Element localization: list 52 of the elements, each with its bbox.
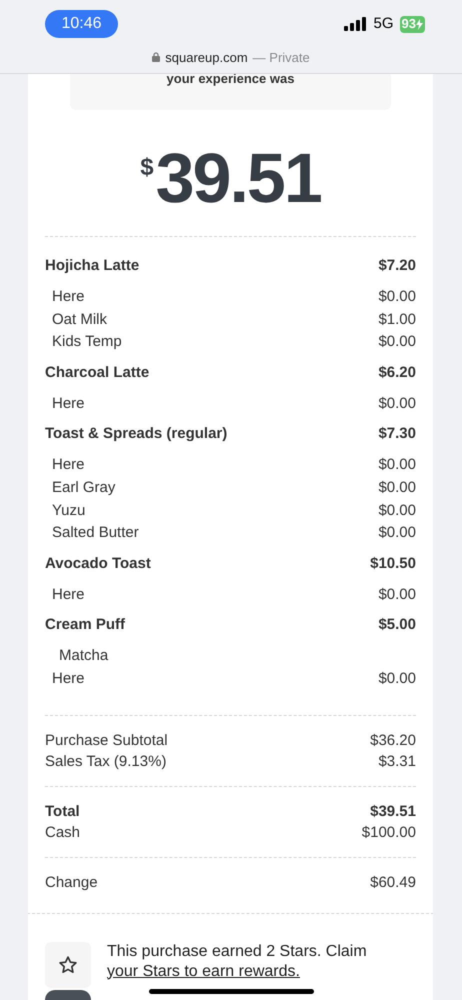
- item-name: Toast & Spreads (regular): [45, 424, 228, 444]
- url-domain[interactable]: squareup.com: [165, 48, 248, 68]
- item-name: Avocado Toast: [45, 554, 151, 574]
- modifier-price: $0.00: [378, 394, 416, 414]
- clock-time: 10:46: [45, 10, 118, 38]
- item-price: $6.20: [378, 362, 416, 383]
- item-price: $7.30: [378, 424, 416, 444]
- item-price: $5.00: [378, 615, 416, 636]
- total-amount: $39.51: [140, 138, 321, 218]
- modifier-price: $0.00: [378, 332, 416, 352]
- modifier-name: Here: [52, 584, 85, 605]
- modifier-price: $0.00: [378, 478, 416, 498]
- modifier-name: Yuzu: [52, 500, 86, 521]
- modifier-name: Here: [52, 394, 85, 414]
- item-price: $7.20: [378, 256, 416, 276]
- browsing-mode: — Private: [252, 49, 310, 67]
- star-icon: [58, 954, 78, 975]
- network-label: 5G: [374, 14, 394, 34]
- modifier-price: $0.00: [378, 523, 416, 544]
- rewards-message: This purchase earned 2 Stars. Claim your Stars to earn rewards.: [107, 942, 367, 982]
- summary-value: $100.00: [362, 822, 416, 843]
- modifier-name: Salted Butter: [52, 523, 139, 544]
- modifier-price: $0.00: [378, 668, 416, 689]
- modifier-price: $0.00: [378, 500, 416, 521]
- modifier-name: Earl Gray: [52, 478, 116, 498]
- summary-value: $36.20: [370, 730, 416, 751]
- summary-value: $39.51: [370, 802, 416, 822]
- modifier-price: $0.00: [378, 455, 416, 476]
- modifier-name: Here: [52, 287, 85, 307]
- modifier-price: $0.00: [378, 584, 416, 605]
- summary-label: Cash: [45, 822, 80, 843]
- item-name: Hojicha Latte: [45, 256, 140, 276]
- summary-value: $3.31: [378, 752, 416, 772]
- summary-label: Sales Tax (9.13%): [45, 752, 166, 772]
- summary-value: $60.49: [370, 872, 416, 893]
- summary-label: Change: [45, 872, 98, 893]
- item-price: $10.50: [370, 554, 416, 574]
- lock-icon: [152, 52, 160, 62]
- modifier-name: Oat Milk: [52, 310, 108, 330]
- summary-label: Total: [45, 802, 80, 822]
- item-name: Charcoal Latte: [45, 362, 150, 383]
- battery-indicator: 93: [400, 16, 425, 32]
- modifier-name: Matcha: [59, 646, 108, 666]
- modifier-name: Kids Temp: [52, 332, 122, 352]
- modifier-price: $1.00: [378, 310, 416, 330]
- signal-icon: [344, 17, 368, 31]
- claim-stars-link[interactable]: your Stars to earn rewards.: [107, 962, 300, 980]
- modifier-name: Here: [52, 668, 85, 689]
- modifier-name: Here: [52, 455, 85, 476]
- item-name: Cream Puff: [45, 615, 126, 636]
- modifier-price: $0.00: [378, 287, 416, 307]
- summary-label: Purchase Subtotal: [45, 730, 168, 751]
